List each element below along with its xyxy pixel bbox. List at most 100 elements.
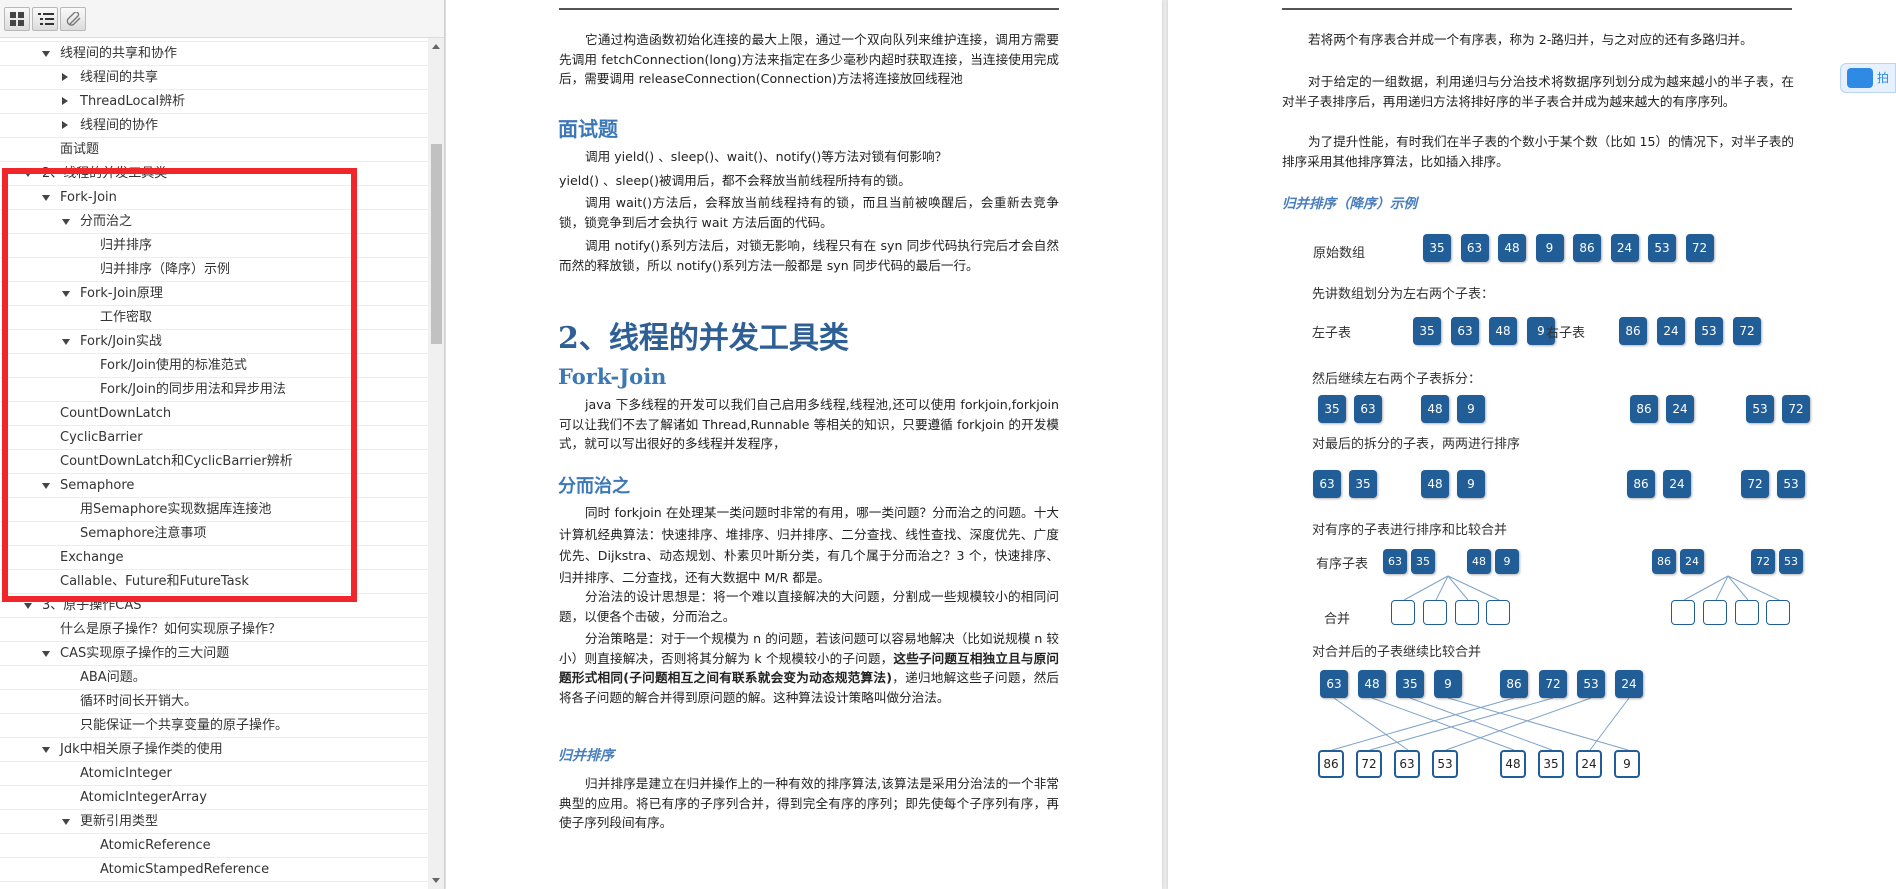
array-cell: 72	[1733, 317, 1761, 345]
ordered-cell: 63	[1383, 549, 1407, 574]
outline-item[interactable]: CountDownLatch和CyclicBarrier辨析	[0, 450, 428, 474]
outline-item[interactable]: AtomicStampedReference	[0, 858, 428, 882]
outline-item[interactable]: 什么是原子操作？如何实现原子操作？	[0, 618, 428, 642]
outline-item[interactable]: 循环时间长开销大。	[0, 690, 428, 714]
document-page-left: 它通过构造函数初始化连接的最大上限，通过一个双向队列来维护连接，调用方需要先调用…	[446, 0, 1162, 889]
merged-cell: 72	[1539, 670, 1567, 698]
result-cell: 9	[1614, 750, 1640, 778]
outline-item[interactable]: CAS实现原子操作的三大问题	[0, 642, 428, 666]
outline-item[interactable]: ABA问题。	[0, 666, 428, 690]
expand-right-icon[interactable]	[62, 97, 68, 105]
expand-right-icon[interactable]	[62, 73, 68, 81]
merge-line	[1403, 575, 1449, 601]
result-cell: 35	[1538, 750, 1564, 778]
outline-item[interactable]: 面试题	[0, 138, 428, 162]
outline-item-label: 更新引用类型	[80, 814, 159, 829]
expand-down-icon[interactable]	[42, 51, 50, 57]
outline-item[interactable]: Semaphore	[0, 474, 428, 498]
outline-item[interactable]: 用Semaphore实现数据库连接池	[0, 498, 428, 522]
array-cell: 63	[1460, 234, 1489, 262]
right-subtable-label: 右子表	[1546, 326, 1586, 341]
outline-item[interactable]: 更新引用类型	[0, 810, 428, 834]
outline-item[interactable]: 归并排序（降序）示例	[0, 258, 428, 282]
array-cell: 53	[1648, 234, 1676, 262]
outline-item[interactable]: 只能保证一个共享变量的原子操作。	[0, 714, 428, 738]
attachments-icon	[66, 12, 81, 26]
outline-item[interactable]: Fork/Join实战	[0, 330, 428, 354]
outline-item[interactable]: 2、线程的并发工具类	[0, 162, 428, 186]
expand-down-icon[interactable]	[62, 291, 70, 297]
attachments-button[interactable]	[60, 7, 86, 31]
expand-down-icon[interactable]	[62, 219, 70, 225]
outline-item-label: CountDownLatch和CyclicBarrier辨析	[60, 454, 293, 469]
outline-item-label: 归并排序（降序）示例	[100, 262, 231, 277]
result-cell: 48	[1500, 750, 1526, 778]
merge-line	[1589, 697, 1630, 751]
outline-item[interactable]: AtomicIntegerArray	[0, 786, 428, 810]
scroll-thumb[interactable]	[431, 144, 442, 344]
result-cell: 63	[1394, 750, 1420, 778]
outline-item-label: 2、线程的并发工具类	[42, 166, 168, 181]
array-cell: 35	[1423, 234, 1451, 262]
outline-item[interactable]: Fork-Join原理	[0, 282, 428, 306]
outline-item[interactable]: Callable、Future和FutureTask	[0, 570, 428, 594]
array-cell: 86	[1630, 395, 1658, 423]
array-cell: 63	[1354, 395, 1382, 423]
section-heading: 2、线程的并发工具类	[558, 321, 849, 356]
outline-item-label: 归并排序	[100, 238, 153, 253]
result-cell: 24	[1576, 750, 1602, 778]
outline-item[interactable]: CountDownLatch	[0, 402, 428, 426]
outline-item[interactable]: Fork/Join使用的标准范式	[0, 354, 428, 378]
expand-down-icon[interactable]	[62, 819, 70, 825]
array-cell: 24	[1657, 317, 1685, 345]
outline-item[interactable]: Jdk中相关原子操作类的使用	[0, 738, 428, 762]
expand-down-icon[interactable]	[42, 651, 50, 657]
merge-line	[1727, 575, 1780, 601]
outline-item-label: CAS实现原子操作的三大问题	[60, 646, 230, 661]
expand-down-icon[interactable]	[62, 339, 70, 345]
expand-down-icon[interactable]	[24, 171, 32, 177]
outline-item[interactable]: Fork/Join的同步用法和异步用法	[0, 378, 428, 402]
result-cell: 86	[1318, 750, 1344, 778]
thumbnail-view-button[interactable]	[4, 7, 30, 31]
divide-paragraph-1: 同时 forkjoin 在处理某一类问题时非常的有用，哪一类问题？分而治之的问题…	[559, 505, 1059, 585]
outline-item[interactable]: 归并排序	[0, 234, 428, 258]
outline-item[interactable]: Semaphore注意事项	[0, 522, 428, 546]
array-cell: 53	[1695, 317, 1723, 345]
outline-item[interactable]: ThreadLocal辨析	[0, 90, 428, 114]
merge-sort-diagram: 原始数组 35 63 48 9 86 24 53 72 先讲数组划分为左右两个子表： 左子表 35 63…	[1168, 0, 1896, 889]
expand-down-icon[interactable]	[42, 483, 50, 489]
ordered-cell: 48	[1467, 549, 1491, 574]
outline-item[interactable]: 线程间的协作	[0, 114, 428, 138]
merge-line	[1333, 697, 1409, 751]
expand-down-icon[interactable]	[42, 747, 50, 753]
scroll-down-icon[interactable]	[432, 878, 440, 883]
outline-item[interactable]: 分而治之	[0, 210, 428, 234]
outline-item[interactable]: 工作密取	[0, 306, 428, 330]
outline-item[interactable]: Fork-Join	[0, 186, 428, 210]
outline-item[interactable]: Exchange	[0, 546, 428, 570]
merge-line	[1727, 575, 1749, 601]
forkjoin-heading: Fork-Join	[558, 364, 667, 389]
array-cell: 72	[1782, 395, 1810, 423]
outline-item-label: 只能保证一个共享变量的原子操作。	[80, 718, 289, 733]
outline-item[interactable]: CyclicBarrier	[0, 426, 428, 450]
split-caption: 先讲数组划分为左右两个子表：	[1312, 287, 1495, 302]
outline-item[interactable]: AtomicInteger	[0, 762, 428, 786]
outline-view-button[interactable]	[32, 7, 58, 31]
outline-item[interactable]: 3、原子操作CAS	[0, 594, 428, 618]
expand-right-icon[interactable]	[62, 121, 68, 129]
expand-down-icon[interactable]	[24, 603, 32, 609]
scroll-up-icon[interactable]	[432, 44, 440, 49]
outline-item[interactable]: 线程间的共享和协作	[0, 42, 428, 66]
intro-paragraph: 它通过构造函数初始化连接的最大上限，通过一个双向队列来维护连接，调用方需要先调用…	[559, 32, 1059, 86]
merge-line	[1447, 697, 1629, 751]
expand-down-icon[interactable]	[42, 195, 50, 201]
floating-side-widget[interactable]: 拍	[1840, 63, 1896, 93]
outline-item[interactable]: 线程间的共享	[0, 66, 428, 90]
outline-item-label: Fork-Join	[60, 190, 117, 205]
outline-item[interactable]: AtomicReference	[0, 834, 428, 858]
outline-scrollbar[interactable]	[428, 38, 444, 889]
merge-line	[1371, 697, 1515, 751]
outline-item-label: AtomicInteger	[80, 766, 172, 781]
